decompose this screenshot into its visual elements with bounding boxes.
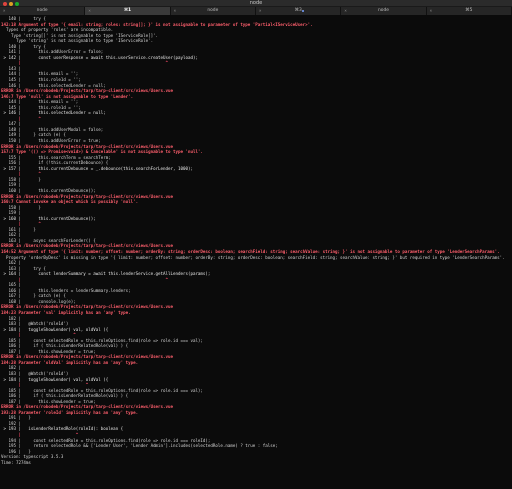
tab-4[interactable]: × node	[341, 7, 427, 15]
title-bar: node	[0, 0, 512, 7]
activity-dot-icon	[301, 10, 304, 12]
tab-label: ⌘1	[123, 8, 132, 13]
terminal-line-hint: Property 'orderByDesc' is missing in typ…	[1, 254, 505, 260]
window-title: node	[249, 0, 263, 6]
tab-label: node	[207, 8, 219, 13]
tab-2[interactable]: × node	[170, 7, 256, 15]
tab-label: node	[377, 8, 389, 13]
terminal-line-error: 164:52 Argument of type '{ limit: number…	[1, 248, 500, 254]
terminal-output[interactable]: 140 | try {142:18 Argument of type '{ em…	[1, 16, 511, 489]
tab-0[interactable]: × node	[0, 7, 86, 15]
tab-3[interactable]: × ⌘3	[255, 7, 342, 15]
tab-bar: × node × ⌘1 × node × ⌘3 × node × ⌘5	[0, 7, 512, 15]
terminal-window: node × node × ⌘1 × node × ⌘3 × node × ⌘5 140 | try …	[0, 0, 512, 489]
tab-5[interactable]: × ⌘5	[426, 7, 512, 15]
terminal-line-timeline: Time: 7274ms	[1, 459, 31, 465]
tab-label: node	[36, 8, 48, 13]
tab-label: ⌘3	[294, 8, 302, 13]
tab-label: ⌘5	[465, 8, 473, 13]
tab-1[interactable]: × ⌘1	[85, 7, 171, 15]
